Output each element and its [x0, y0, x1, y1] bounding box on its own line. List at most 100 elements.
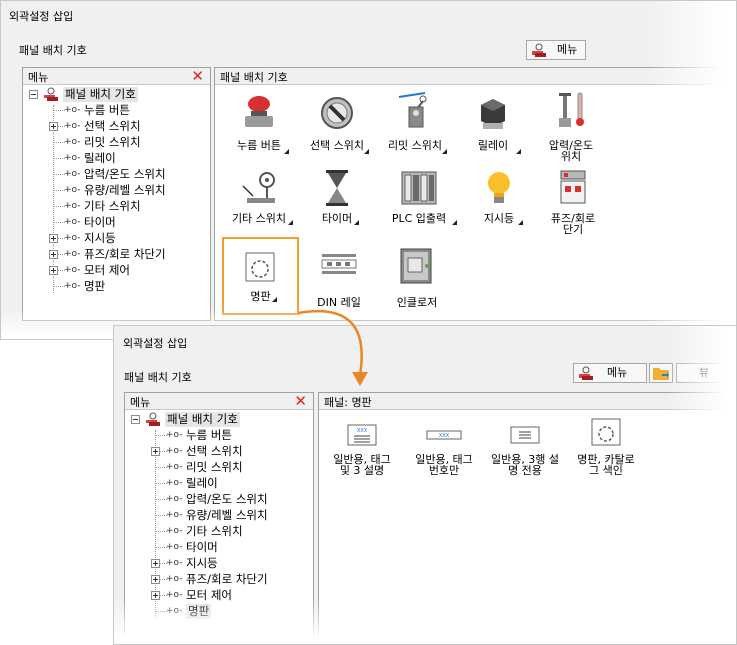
symbol-relay[interactable]: 릴레이 [456, 91, 530, 161]
tree-label: 패널 배치 기호 [63, 87, 138, 102]
symbol-label: 지시등 [483, 212, 515, 225]
node-icon: +o- [64, 281, 81, 291]
symbol-other-switch[interactable]: 기타 스위치 [222, 168, 296, 240]
symbol-limit-switch[interactable]: 리밋 스위치 [378, 91, 452, 161]
hourglass-icon [326, 170, 348, 206]
push-button-icon [245, 96, 273, 127]
node-icon: +o- [64, 249, 81, 259]
tree-label: 누름 버튼 [186, 428, 232, 442]
symbol-pressure-temp[interactable]: 압력/온도 위치 [534, 91, 608, 163]
other-switch-icon [242, 172, 275, 203]
node-icon: +o- [166, 590, 183, 600]
tree-label: 모터 제어 [84, 263, 130, 277]
relay-icon [481, 99, 505, 129]
selector-switch-icon [321, 97, 353, 129]
node-icon: +o- [166, 462, 183, 472]
enclosure-icon [400, 248, 432, 284]
front-dialog-title: 외곽설정 삽입 [123, 337, 188, 350]
expand-icon[interactable] [49, 122, 58, 131]
back-symbol-pane: 패널 배치 기호 누름 버튼 선택 스위치 리밋 스위치 릴레이 압력/온도 위… [214, 67, 736, 321]
tree-label: 모터 제어 [186, 588, 232, 602]
node-icon: +o- [64, 169, 81, 179]
tree-label: 압력/온도 스위치 [186, 492, 268, 506]
front-view-label: 뷰 [699, 366, 710, 379]
expand-icon[interactable] [49, 250, 58, 259]
tree-label: 유량/레벨 스위치 [186, 508, 268, 522]
folder-icon [653, 368, 669, 380]
expand-icon[interactable] [49, 266, 58, 275]
back-close-icon[interactable]: ✕ [191, 68, 204, 84]
symbol-tag-only[interactable]: XXX 일반용, 태그 번호만 [405, 421, 483, 485]
tree-label: 리밋 스위치 [84, 135, 141, 149]
symbol-fuse-breaker[interactable]: 퓨즈/회로 단기 [536, 168, 610, 240]
tree-label: 퓨즈/회로 차단기 [186, 572, 268, 586]
front-close-icon[interactable]: ✕ [294, 393, 307, 409]
tree-label: 타이머 [84, 215, 116, 229]
front-tree-header-label: 메뉴 [130, 396, 151, 409]
tree-label: 타이머 [186, 540, 218, 554]
front-symbol-header: 패널: 명판 [319, 393, 736, 410]
symbol-push-button[interactable]: 누름 버튼 [222, 91, 296, 161]
symbol-nameplate[interactable]: 명판 [222, 237, 299, 315]
tree-label: 명판 [84, 279, 106, 293]
svg-text:XXX: XXX [357, 428, 368, 434]
node-icon: +o- [166, 558, 183, 568]
nameplate-icon [245, 252, 275, 282]
tree-label: 명판 [186, 604, 212, 619]
symbol-label: 리밋 스위치 [387, 139, 443, 152]
din-rail-icon [321, 254, 357, 274]
front-folder-button[interactable] [649, 363, 673, 383]
symbol-label: 타이머 [321, 212, 353, 225]
expand-icon[interactable] [151, 575, 160, 584]
symbol-catalog-index[interactable]: 명판, 카탈로 그 색인 [567, 418, 645, 485]
symbol-indicator-light[interactable]: 지시등 [464, 168, 534, 240]
symbol-tag-3-desc[interactable]: XXX 일반용, 태그 및 3 설명 [323, 421, 401, 485]
front-view-button[interactable]: 뷰 ▾ [676, 363, 736, 383]
expand-icon[interactable] [151, 591, 160, 600]
tree-label: 릴레이 [84, 151, 116, 165]
symbol-label: 명판 [250, 290, 271, 303]
symbol-timer[interactable]: 타이머 [300, 168, 374, 240]
front-symbol-header-label: 패널: 명판 [324, 396, 372, 409]
back-symbol-header-label: 패널 배치 기호 [220, 71, 288, 84]
collapse-icon[interactable] [29, 90, 38, 99]
expand-icon[interactable] [151, 447, 160, 456]
front-tree-pane: 메뉴 ✕ 패널 배치 기호 +o- 누름 버튼 +o- 선택 스위치 +o- 리밋 스위치 +… [124, 392, 314, 642]
back-symbol-grid: 누름 버튼 선택 스위치 리밋 스위치 릴레이 압력/온도 위치 기타 스위치 … [215, 86, 736, 320]
symbol-label: 그 색인 [589, 464, 623, 477]
front-menu-label: 메뉴 [607, 366, 628, 379]
symbol-label: 인클로저 [396, 296, 438, 309]
symbol-din-rail[interactable]: DIN 레일 [302, 246, 376, 316]
light-bulb-icon [488, 172, 510, 203]
tree-label: 리밋 스위치 [186, 460, 243, 474]
node-icon: +o- [64, 265, 81, 275]
nameplate-tag-icon: XXX [426, 430, 462, 440]
front-menu-button[interactable]: 메뉴 [573, 363, 647, 383]
front-tree-header: 메뉴 ✕ [125, 393, 313, 410]
symbol-enclosure[interactable]: 인클로저 [380, 246, 454, 316]
panel-symbol-icon [146, 412, 160, 426]
pressure-gauge-icon [559, 92, 584, 127]
node-icon: +o- [64, 201, 81, 211]
node-icon: +o- [166, 574, 183, 584]
back-menu-button[interactable]: 메뉴 [526, 40, 586, 60]
back-tree-pane: 메뉴 ✕ 패널 배치 기호 +o- 누름 버튼 +o- 선택 스위치 +o- 리밋 스위치 +… [22, 67, 211, 321]
node-icon: +o- [166, 478, 183, 488]
front-subheader: 패널 배치 기호 [124, 371, 192, 384]
front-dialog: 외곽설정 삽입 패널 배치 기호 메뉴 뷰 ▾ 메뉴 ✕ 패널 배치 기호 +o-… [113, 325, 737, 645]
tree-label: 지시등 [186, 556, 218, 570]
back-subheader: 패널 배치 기호 [19, 44, 87, 57]
back-tree-header-label: 메뉴 [28, 71, 49, 84]
expand-icon[interactable] [49, 234, 58, 243]
collapse-icon[interactable] [131, 415, 140, 424]
back-dialog: 외곽설정 삽입 패널 배치 기호 메뉴 메뉴 ✕ 패널 배치 기호 +o- 누름 버… [0, 0, 737, 340]
symbol-selector-switch[interactable]: 선택 스위치 [300, 91, 374, 161]
symbol-plc-io[interactable]: PLC 입출력 [378, 168, 460, 240]
node-icon: +o- [166, 542, 183, 552]
symbol-3-line-desc[interactable]: 일반용, 3행 설 명 전용 [485, 421, 565, 485]
symbol-label: DIN 레일 [317, 296, 361, 309]
symbol-label: PLC 입출력 [391, 212, 447, 225]
node-icon: +o- [64, 185, 81, 195]
expand-icon[interactable] [151, 559, 160, 568]
symbol-label: 번호만 [428, 464, 460, 477]
